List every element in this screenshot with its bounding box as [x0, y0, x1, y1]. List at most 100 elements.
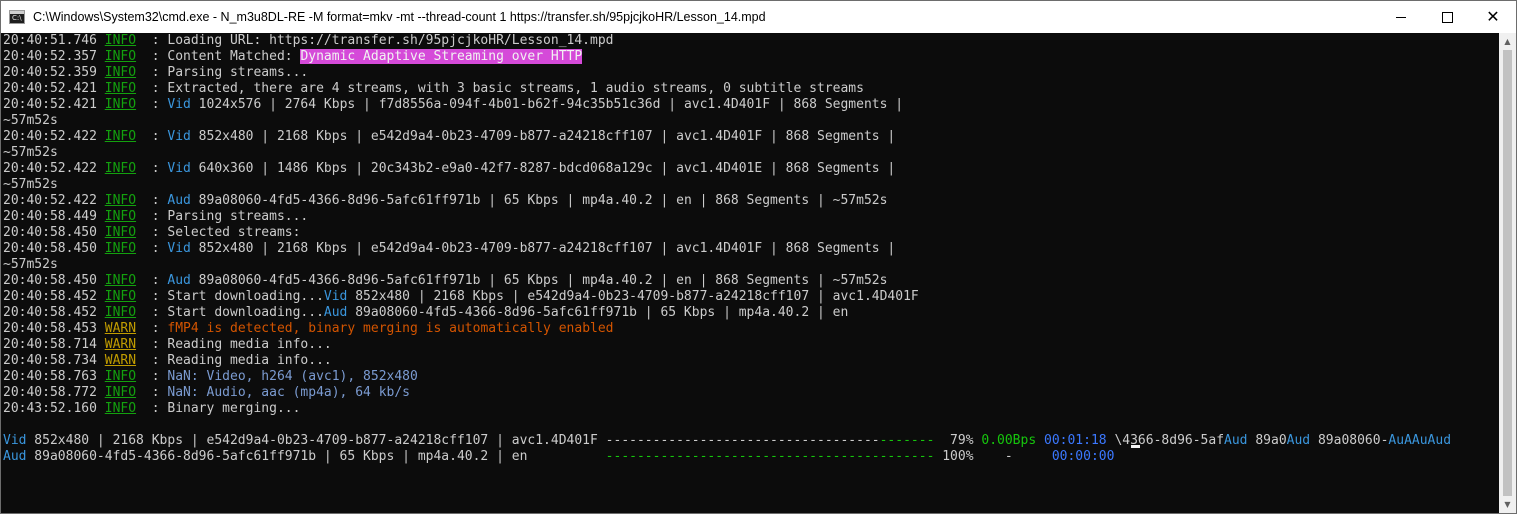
log-separator: :	[143, 193, 168, 208]
level-info: INFO	[104, 385, 137, 400]
log-line: ~57m52s	[3, 257, 58, 272]
timestamp: 20:40:58.714	[3, 337, 97, 352]
timestamp: 20:40:58.452	[3, 289, 97, 304]
progress-percent: 79%	[934, 433, 974, 448]
log-message: 1024x576 | 2764 Kbps | f7d8556a-094f-4b0…	[190, 97, 904, 112]
log-line: 20:40:58.734 WARN : Reading media info..…	[3, 353, 332, 369]
log-separator: :	[143, 273, 168, 288]
scroll-up-arrow-icon[interactable]: ▲	[1499, 33, 1516, 50]
eta: 00:00:00	[1051, 449, 1115, 464]
log-message: : Reading media info...	[143, 353, 332, 368]
log-line: 20:40:58.772 INFO : NaN: Audio, aac (mp4…	[3, 385, 410, 401]
log-message: 640x360 | 1486 Kbps | 20c343b2-e9a0-42f7…	[190, 161, 896, 176]
level-info: INFO	[104, 81, 137, 96]
log-separator: :	[143, 241, 168, 256]
log-line: ~57m52s	[3, 113, 58, 128]
log-message: 852x480 | 2168 Kbps | e542d9a4-0b23-4709…	[190, 241, 896, 256]
overflow-text: 89a0	[1247, 433, 1287, 448]
stream-tag: Aud	[3, 449, 27, 464]
timestamp: 20:40:58.452	[3, 305, 97, 320]
log-line: 20:40:58.450 INFO : Aud 89a08060-4fd5-43…	[3, 273, 887, 289]
timestamp: 20:40:52.422	[3, 193, 97, 208]
scroll-down-arrow-icon[interactable]: ▼	[1499, 496, 1516, 513]
stream-tag: Vid	[3, 433, 27, 448]
log-message: 89a08060-4fd5-4366-8d96-5afc61ff971b | 6…	[347, 305, 849, 320]
timestamp: 20:40:52.422	[3, 129, 97, 144]
log-line: 20:40:58.450 INFO : Vid 852x480 | 2168 K…	[3, 241, 895, 257]
stream-tag: Aud	[323, 305, 348, 320]
level-warn: WARN	[104, 353, 137, 368]
audio-progress-line: Aud 89a08060-4fd5-4366-8d96-5afc61ff971b…	[3, 449, 1114, 465]
cmd-window: C:\Windows\System32\cmd.exe - N_m3u8DL-R…	[0, 0, 1517, 514]
log-message: 852x480 | 2168 Kbps | e542d9a4-0b23-4709…	[347, 289, 919, 304]
timestamp: 20:40:52.359	[3, 65, 97, 80]
overflow-tag: Aud	[1224, 433, 1248, 448]
level-info: INFO	[104, 401, 137, 416]
timestamp: 20:40:52.421	[3, 97, 97, 112]
video-progress-line: Vid 852x480 | 2168 Kbps | e542d9a4-0b23-…	[3, 433, 1451, 449]
stream-tag: Vid	[167, 241, 191, 256]
level-info: INFO	[104, 161, 137, 176]
overflow-text: \4366-8d96-5af	[1106, 433, 1225, 448]
timestamp: 20:40:51.746	[3, 33, 97, 48]
level-info: INFO	[104, 49, 137, 64]
log-line: 20:40:58.453 WARN : fMP4 is detected, bi…	[3, 321, 614, 337]
level-warn: WARN	[104, 337, 137, 352]
window-title: C:\Windows\System32\cmd.exe - N_m3u8DL-R…	[33, 10, 766, 24]
level-info: INFO	[104, 65, 137, 80]
stream-tag: Aud	[167, 193, 191, 208]
log-line: 20:40:52.421 INFO : Extracted, there are…	[3, 81, 864, 97]
vertical-scrollbar[interactable]: ▲ ▼	[1499, 33, 1516, 513]
log-separator: :	[143, 369, 168, 384]
level-info: INFO	[104, 289, 137, 304]
download-speed: 0.00Bps	[981, 433, 1037, 448]
log-message: : Reading media info...	[143, 337, 332, 352]
console-output[interactable]: 20:40:51.746 INFO : Loading URL: https:/…	[1, 33, 1499, 513]
log-line: 20:40:52.422 INFO : Vid 852x480 | 2168 K…	[3, 129, 895, 145]
log-message: 89a08060-4fd5-4366-8d96-5afc61ff971b | 6…	[190, 193, 888, 208]
progress-percent: 100%	[934, 449, 974, 464]
log-line: 20:40:58.714 WARN : Reading media info..…	[3, 337, 332, 353]
maximize-button[interactable]	[1424, 1, 1470, 33]
timestamp: 20:40:52.357	[3, 49, 97, 64]
overflow-tag: AuAAuAud	[1388, 433, 1452, 448]
log-message: : Binary merging...	[143, 401, 301, 416]
log-line: 20:40:52.421 INFO : Vid 1024x576 | 2764 …	[3, 97, 903, 113]
progress-bar-done: -----------------------------------	[605, 433, 880, 448]
level-info: INFO	[104, 273, 137, 288]
scrollbar-thumb[interactable]	[1503, 50, 1512, 496]
stream-tag: Vid	[167, 161, 191, 176]
timestamp: 20:40:58.450	[3, 273, 97, 288]
stream-tag: Vid	[167, 97, 191, 112]
log-message: : Content Matched:	[143, 49, 301, 64]
close-button[interactable]: ✕	[1470, 1, 1516, 33]
close-icon: ✕	[1486, 7, 1500, 26]
minimize-button[interactable]	[1378, 1, 1424, 33]
timestamp: 20:40:52.421	[3, 81, 97, 96]
log-separator: :	[143, 129, 168, 144]
log-line: 20:43:52.160 INFO : Binary merging...	[3, 401, 300, 417]
media-info: NaN: Audio, aac (mp4a), 64 kb/s	[167, 385, 411, 400]
log-line: 20:40:58.452 INFO : Start downloading...…	[3, 289, 919, 305]
log-line: 20:40:58.450 INFO : Selected streams:	[3, 225, 300, 241]
stream-tag: Vid	[323, 289, 348, 304]
log-line: 20:40:52.422 INFO : Aud 89a08060-4fd5-43…	[3, 193, 887, 209]
level-info: INFO	[104, 129, 137, 144]
log-line: 20:40:58.763 INFO : NaN: Video, h264 (av…	[3, 369, 418, 385]
log-message: : Parsing streams...	[143, 209, 309, 224]
title-bar[interactable]: C:\Windows\System32\cmd.exe - N_m3u8DL-R…	[1, 1, 1516, 33]
log-line: 20:40:52.422 INFO : Vid 640x360 | 1486 K…	[3, 161, 895, 177]
progress-bar-remaining: -------	[879, 433, 935, 448]
log-message: : Start downloading...	[143, 289, 324, 304]
warning-message: fMP4 is detected, binary merging is auto…	[167, 321, 614, 336]
timestamp: 20:43:52.160	[3, 401, 97, 416]
log-message: : Extracted, there are 4 streams, with 3…	[143, 81, 864, 96]
log-line: 20:40:51.746 INFO : Loading URL: https:/…	[3, 33, 614, 49]
level-info: INFO	[104, 369, 137, 384]
level-info: INFO	[104, 33, 137, 48]
level-warn: WARN	[104, 321, 137, 336]
log-message: : Selected streams:	[143, 225, 301, 240]
timestamp: 20:40:58.450	[3, 241, 97, 256]
level-info: INFO	[104, 209, 137, 224]
eta: 00:01:18	[1044, 433, 1107, 448]
